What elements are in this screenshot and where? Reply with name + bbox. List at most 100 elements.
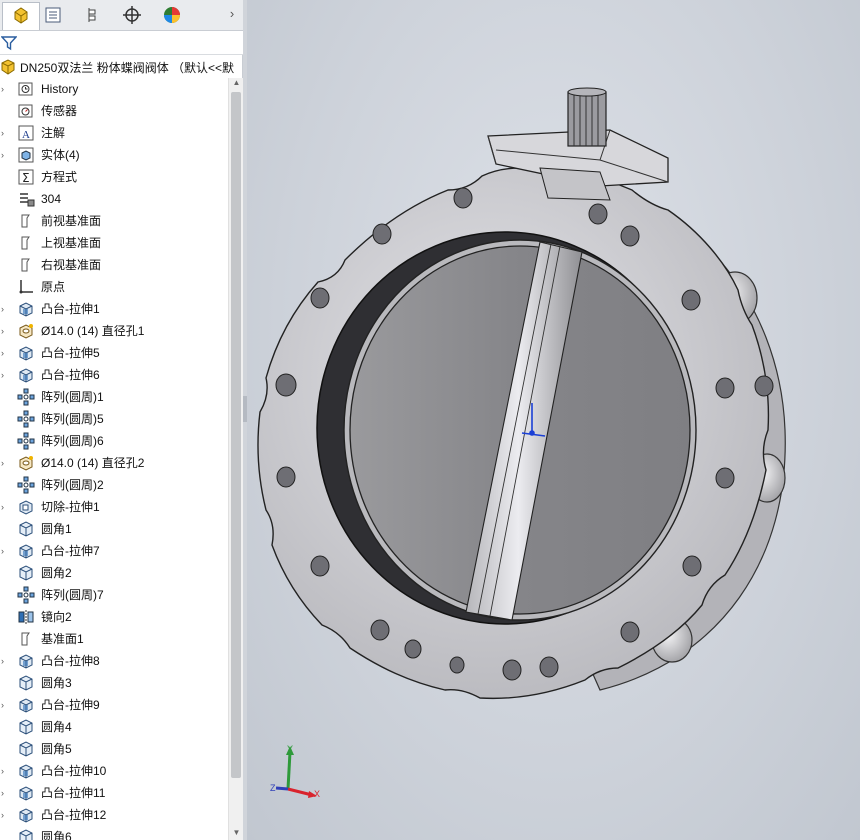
tree-item[interactable]: › Ø14.0 (14) 直径孔1	[0, 320, 228, 342]
tree-item[interactable]: › History	[0, 78, 228, 100]
tree-item-label: 圆角6	[41, 830, 72, 840]
expand-arrow-icon[interactable]: ›	[1, 457, 11, 469]
expand-arrow-icon[interactable]: ›	[1, 501, 11, 513]
history-icon	[17, 80, 35, 98]
tree-item-label: 圆角2	[41, 566, 72, 580]
tree-item[interactable]: 圆角3	[0, 672, 228, 694]
tree-scrollbar[interactable]: ▲ ▼	[228, 78, 243, 840]
scroll-thumb[interactable]	[231, 92, 241, 778]
root-part-node[interactable]: DN250双法兰 粉体蝶阀阀体 （默认<<默	[0, 56, 243, 78]
tab-display-manager[interactable]	[153, 2, 191, 30]
expand-arrow-icon[interactable]: ›	[1, 765, 11, 777]
tree-item[interactable]: › 凸台-拉伸6	[0, 364, 228, 386]
expand-arrow-icon[interactable]: ›	[1, 127, 11, 139]
triad-x-axis	[287, 787, 313, 797]
fillet-icon	[17, 740, 35, 758]
material-icon	[17, 190, 35, 208]
tree-item[interactable]: 阵列(圆周)6	[0, 430, 228, 452]
annotation-icon: A	[17, 124, 35, 142]
graphics-area[interactable]: Y X Z	[247, 0, 860, 840]
tab-dimxpert-manager[interactable]	[113, 2, 151, 30]
circular-pattern-icon	[17, 432, 35, 450]
expand-arrow-icon[interactable]: ›	[1, 303, 11, 315]
tree-item[interactable]: 阵列(圆周)1	[0, 386, 228, 408]
tree-item-label: 凸台-拉伸7	[41, 544, 100, 558]
tree-item[interactable]: › 凸台-拉伸12	[0, 804, 228, 826]
tree-item[interactable]: 圆角1	[0, 518, 228, 540]
circular-pattern-icon	[17, 476, 35, 494]
tree-item[interactable]: 圆角6	[0, 826, 228, 840]
expand-arrow-icon[interactable]: ›	[1, 809, 11, 821]
tree-item[interactable]: 镜向2	[0, 606, 228, 628]
triad-x-label: X	[314, 789, 320, 799]
butterfly-valve-model[interactable]: Y X Z	[247, 0, 860, 840]
tree-item-label: 阵列(圆周)7	[41, 588, 104, 602]
triad-y-axis	[286, 751, 292, 790]
tree-item[interactable]: › Ø14.0 (14) 直径孔2	[0, 452, 228, 474]
tree-item[interactable]: 圆角5	[0, 738, 228, 760]
tree-item[interactable]: Σ 方程式	[0, 166, 228, 188]
tree-item[interactable]: › 凸台-拉伸5	[0, 342, 228, 364]
circular-pattern-icon	[17, 586, 35, 604]
tree-item[interactable]: 圆角4	[0, 716, 228, 738]
tree-item[interactable]: › 凸台-拉伸7	[0, 540, 228, 562]
fillet-icon	[17, 718, 35, 736]
tree-item-label: 凸台-拉伸5	[41, 346, 100, 360]
expand-arrow-icon[interactable]: ›	[1, 545, 11, 557]
fillet-icon	[17, 674, 35, 692]
plane-icon	[17, 212, 35, 230]
tree-item[interactable]: 基准面1	[0, 628, 228, 650]
tree-item[interactable]: › A 注解	[0, 122, 228, 144]
more-tabs-button[interactable]: ›	[225, 6, 239, 24]
boss-extrude-icon	[17, 652, 35, 670]
tree-item[interactable]: › 凸台-拉伸9	[0, 694, 228, 716]
neck	[539, 167, 611, 201]
orientation-triad: Y X Z	[270, 744, 320, 799]
plane-icon	[17, 234, 35, 252]
tree-item[interactable]: 阵列(圆周)7	[0, 584, 228, 606]
fillet-icon	[17, 520, 35, 538]
svg-text:A: A	[22, 129, 30, 141]
tree-item-label: History	[41, 82, 79, 96]
scroll-up-icon[interactable]: ▲	[231, 78, 242, 90]
cut-extrude-icon	[17, 498, 35, 516]
tree-item[interactable]: 阵列(圆周)5	[0, 408, 228, 430]
tree-item[interactable]: 右视基准面	[0, 254, 228, 276]
tree-item[interactable]: › 凸台-拉伸10	[0, 760, 228, 782]
triad-y-label: Y	[287, 744, 293, 754]
tree-item[interactable]: › 凸台-拉伸11	[0, 782, 228, 804]
tree-item[interactable]: › 凸台-拉伸8	[0, 650, 228, 672]
expand-arrow-icon[interactable]: ›	[1, 149, 11, 161]
filter-bar[interactable]	[0, 31, 243, 55]
tree-item-label: 凸台-拉伸9	[41, 698, 100, 712]
expand-arrow-icon[interactable]: ›	[1, 325, 11, 337]
tree-item[interactable]: 传感器	[0, 100, 228, 122]
root-part-label: DN250双法兰 粉体蝶阀阀体 （默认<<默	[20, 60, 235, 75]
expand-arrow-icon[interactable]: ›	[1, 699, 11, 711]
tree-item[interactable]: › 切除-拉伸1	[0, 496, 228, 518]
tab-configuration-manager[interactable]	[74, 2, 112, 30]
tree-item[interactable]: 前视基准面	[0, 210, 228, 232]
tree-item[interactable]: › 凸台-拉伸1	[0, 298, 228, 320]
tree-item[interactable]: 圆角2	[0, 562, 228, 584]
expand-arrow-icon[interactable]: ›	[1, 655, 11, 667]
tree-item-label: 304	[41, 192, 62, 206]
filter-icon[interactable]	[0, 35, 18, 54]
tree-item[interactable]: 原点	[0, 276, 228, 298]
boss-extrude-icon	[17, 300, 35, 318]
tab-property-manager[interactable]	[34, 2, 72, 30]
expand-arrow-icon[interactable]: ›	[1, 369, 11, 381]
tree-item[interactable]: 阵列(圆周)2	[0, 474, 228, 496]
expand-arrow-icon[interactable]: ›	[1, 83, 11, 95]
expand-arrow-icon[interactable]: ›	[1, 347, 11, 359]
tree-item[interactable]: 304	[0, 188, 228, 210]
sensor-icon	[17, 102, 35, 120]
expand-arrow-icon[interactable]: ›	[1, 787, 11, 799]
tree-item-label: Ø14.0 (14) 直径孔1	[41, 324, 145, 338]
mirror-icon	[17, 608, 35, 626]
triad-z-axis	[275, 786, 289, 791]
fillet-icon	[17, 564, 35, 582]
tree-item[interactable]: 上视基准面	[0, 232, 228, 254]
tree-item[interactable]: › 实体(4)	[0, 144, 228, 166]
scroll-down-icon[interactable]: ▼	[231, 828, 242, 840]
